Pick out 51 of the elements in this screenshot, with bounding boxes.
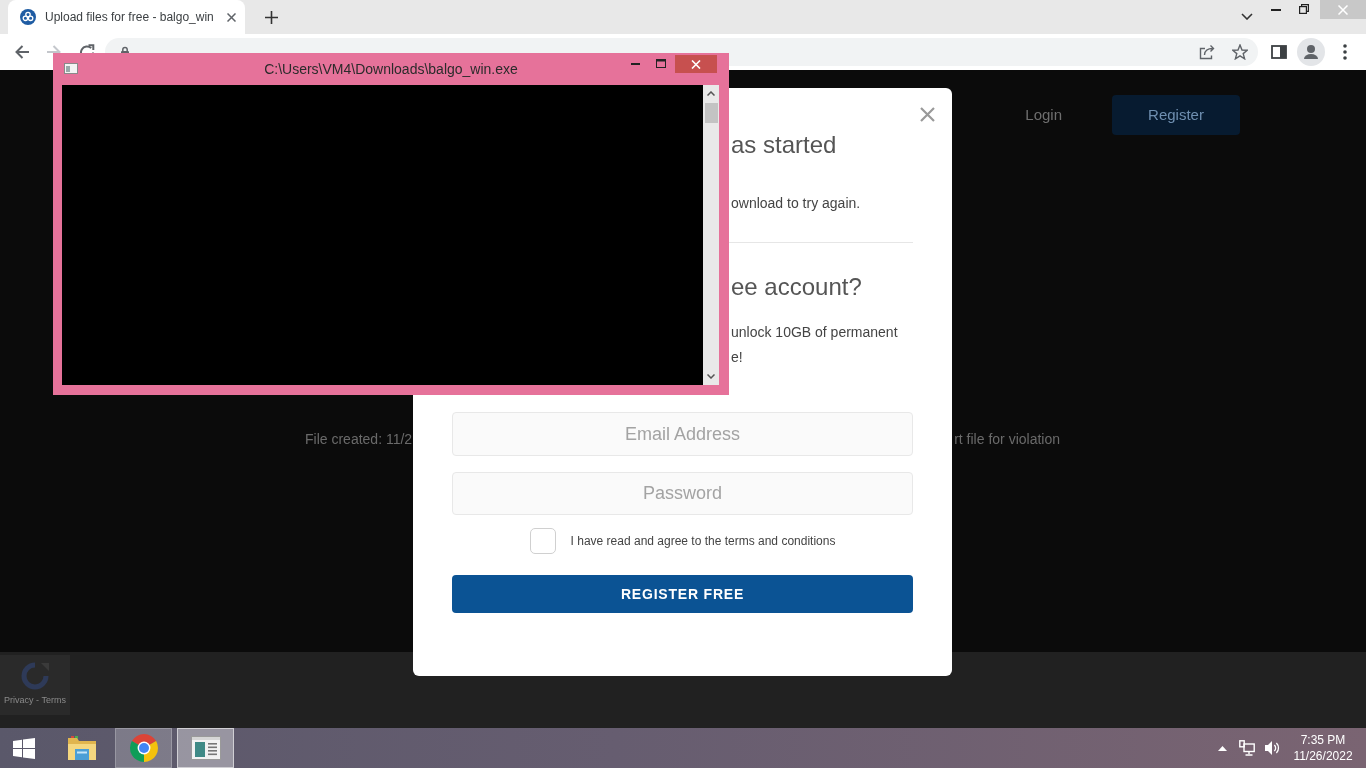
scroll-up-icon[interactable]	[707, 91, 715, 96]
caret-up-icon[interactable]	[1218, 745, 1227, 751]
taskbar-button[interactable]	[115, 728, 172, 768]
windows-logo-icon	[12, 737, 35, 759]
password-field[interactable]: Password	[452, 472, 913, 515]
close-icon	[691, 59, 701, 69]
nav-button[interactable]: Register	[1112, 95, 1240, 135]
menu-icon[interactable]	[1343, 44, 1347, 60]
back-arrow-icon[interactable]	[14, 44, 30, 60]
scroll-down-icon[interactable]	[707, 374, 715, 379]
window-title: C:\Users\VM4\Downloads\balgo_win.exe	[264, 60, 518, 79]
browser-icon	[129, 734, 158, 762]
email-field[interactable]: Email Address	[452, 412, 913, 456]
dialog-text: e!	[731, 348, 743, 367]
speaker-icon[interactable]	[1264, 740, 1280, 756]
avatar-icon[interactable]	[1297, 38, 1325, 66]
browser-tab[interactable]: Upload files for free - balgo_win	[8, 0, 245, 34]
dialog-text: ownload to try again.	[731, 194, 861, 213]
close-icon[interactable]	[920, 107, 935, 122]
scrollbar-thumb[interactable]	[704, 103, 718, 123]
file-info-text: File created: 11/2	[305, 430, 413, 449]
close-icon[interactable]	[227, 12, 236, 22]
file-info-text: rt file for violation	[954, 430, 1060, 449]
maximize-icon[interactable]	[656, 59, 666, 68]
taskbar-button[interactable]	[177, 728, 234, 768]
clock-time[interactable]: 7:35 PM	[1290, 732, 1356, 748]
cloud-logo-icon	[20, 9, 36, 25]
folder-icon	[66, 735, 97, 761]
side-panel-icon[interactable]	[1271, 44, 1287, 60]
lock-icon[interactable]	[120, 46, 130, 53]
close-icon	[1338, 4, 1348, 15]
checkbox[interactable]	[529, 528, 556, 554]
app-window-icon	[190, 736, 221, 760]
app-window-icon[interactable]	[64, 63, 78, 74]
star-icon[interactable]	[1232, 44, 1248, 60]
nav-link[interactable]: Login	[1025, 103, 1062, 127]
dialog-heading: ee account?	[731, 272, 862, 302]
circular-arrow-icon	[21, 662, 49, 690]
share-icon[interactable]	[1199, 44, 1215, 60]
restore-icon[interactable]	[1299, 4, 1309, 14]
plus-icon[interactable]	[265, 11, 278, 24]
clock-date[interactable]: 11/26/2022	[1290, 748, 1356, 764]
scrollbar[interactable]	[703, 85, 719, 385]
terms-label: I have read and agree to the terms and conditions	[570, 533, 836, 550]
close-button[interactable]	[675, 55, 717, 73]
chevron-down-icon[interactable]	[1241, 13, 1253, 20]
register-button[interactable]: REGISTER FREE	[452, 575, 913, 613]
dialog-heading: as started	[731, 130, 837, 160]
privacy-terms-links[interactable]: Privacy - Terms	[4, 695, 66, 706]
dialog-text: unlock 10GB of permanent	[731, 323, 898, 342]
network-icon[interactable]	[1239, 740, 1255, 756]
